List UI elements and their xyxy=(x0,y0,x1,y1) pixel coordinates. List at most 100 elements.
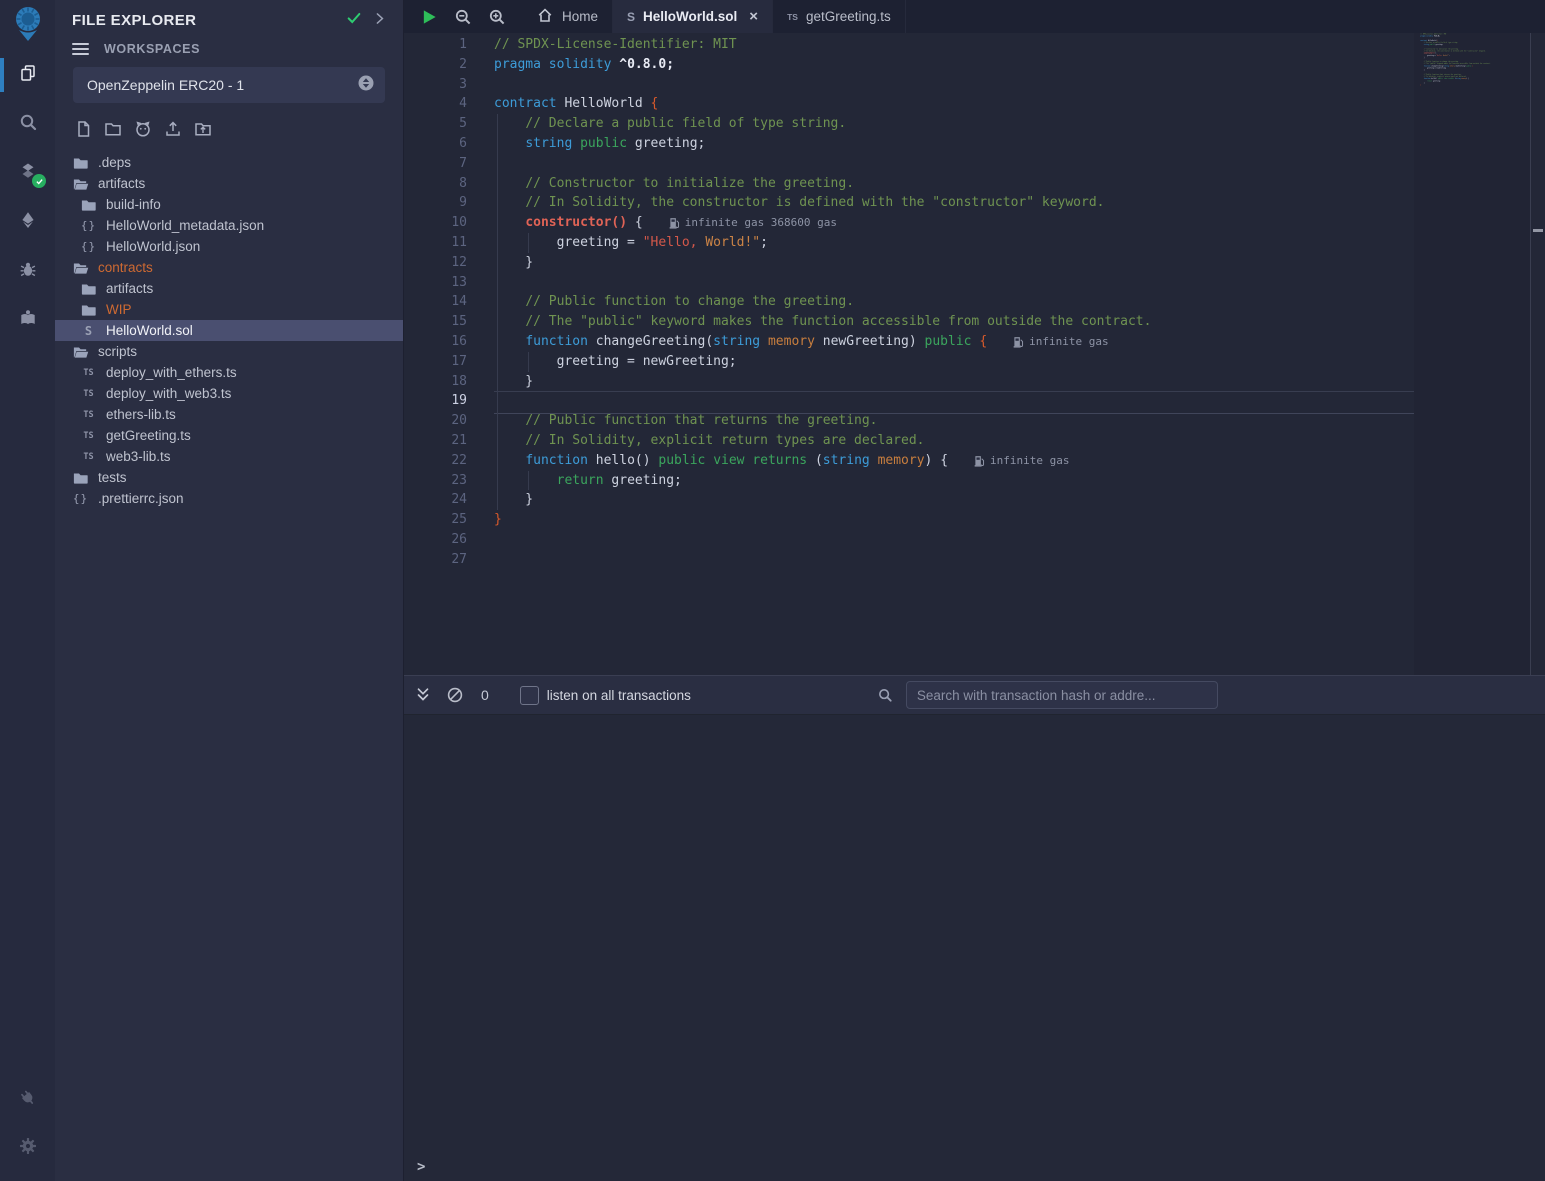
tree-item-WIP[interactable]: WIP xyxy=(55,299,403,320)
tree-item-artifacts[interactable]: artifacts xyxy=(55,278,403,299)
file-toolbar xyxy=(72,121,403,142)
tree-item-tests[interactable]: tests xyxy=(55,467,403,488)
upload-folder-icon xyxy=(194,120,212,143)
tree-item-build-info[interactable]: build-info xyxy=(55,194,403,215)
rail-button-remix-logo[interactable] xyxy=(0,6,55,46)
line-number: 22 xyxy=(404,451,494,471)
tree-item-artifacts[interactable]: artifacts xyxy=(55,173,403,194)
terminal-toolbar: 0 listen on all transactions xyxy=(404,675,1545,715)
tab-Home[interactable]: Home xyxy=(522,0,613,33)
code-line: } xyxy=(494,253,1414,273)
tree-item-HelloWorld_metadata.json[interactable]: {}HelloWorld_metadata.json xyxy=(55,215,403,236)
code-line: // In Solidity, explicit return types ar… xyxy=(494,431,1414,451)
code-line: // SPDX-License-Identifier: MIT xyxy=(494,35,1414,55)
typescript-file-icon: TS xyxy=(80,389,97,399)
line-number: 18 xyxy=(404,372,494,392)
tree-item-label: ethers-lib.ts xyxy=(106,407,176,422)
zoom-in-button[interactable] xyxy=(486,0,508,33)
new-folder-icon xyxy=(104,120,122,143)
upload-file-button[interactable] xyxy=(162,121,183,142)
unit-testing-icon xyxy=(19,309,37,332)
zoom-out-button[interactable] xyxy=(452,0,474,33)
search-icon xyxy=(876,686,894,704)
terminal-search-input[interactable] xyxy=(906,681,1218,709)
line-number: 8 xyxy=(404,174,494,194)
workspace-selector[interactable]: OpenZeppelin ERC20 - 1 xyxy=(73,67,385,103)
tree-item-deploy_with_web3.ts[interactable]: TSdeploy_with_web3.ts xyxy=(55,383,403,404)
tree-item-getGreeting.ts[interactable]: TSgetGreeting.ts xyxy=(55,425,403,446)
tabs: HomeSHelloWorld.sol×TSgetGreeting.ts xyxy=(522,0,906,33)
rail-button-settings[interactable] xyxy=(0,1133,55,1163)
overview-ruler[interactable] xyxy=(1530,33,1545,675)
new-folder-button[interactable] xyxy=(102,121,123,142)
tree-item-HelloWorld.sol[interactable]: SHelloWorld.sol xyxy=(55,320,403,341)
code-line xyxy=(494,391,1414,411)
tree-item-.prettierrc.json[interactable]: {}.prettierrc.json xyxy=(55,488,403,509)
tree-item-label: artifacts xyxy=(98,176,145,191)
rail-button-unit-testing[interactable] xyxy=(0,305,55,335)
line-number: 4 xyxy=(404,94,494,114)
upload-folder-button[interactable] xyxy=(192,121,213,142)
tree-item-.deps[interactable]: .deps xyxy=(55,152,403,173)
tree-item-HelloWorld.json[interactable]: {}HelloWorld.json xyxy=(55,236,403,257)
folder-closed-icon xyxy=(80,196,97,214)
line-number: 1 xyxy=(404,35,494,55)
code-area[interactable]: // SPDX-License-Identifier: MITpragma so… xyxy=(494,33,1414,675)
folder-open-icon xyxy=(72,343,89,361)
icon-rail xyxy=(0,0,56,1181)
hamburger-menu-icon[interactable] xyxy=(72,40,89,58)
code-editor[interactable]: 1234567891011121314151617181920212223242… xyxy=(404,33,1545,675)
rail-button-solidity-compiler[interactable] xyxy=(0,158,55,188)
line-number: 9 xyxy=(404,193,494,213)
minimap[interactable]: // SPDX-License-Identifier: MITpragma so… xyxy=(1414,33,1531,675)
clear-console-icon[interactable] xyxy=(446,686,464,704)
terminal-output[interactable]: > xyxy=(404,714,1545,1181)
listen-transactions-checkbox[interactable] xyxy=(520,686,539,705)
rail-button-search[interactable] xyxy=(0,109,55,139)
terminal-prompt: > xyxy=(417,1159,425,1175)
tree-item-contracts[interactable]: contracts xyxy=(55,257,403,278)
tree-item-deploy_with_ethers.ts[interactable]: TSdeploy_with_ethers.ts xyxy=(55,362,403,383)
tab-getGreeting.ts[interactable]: TSgetGreeting.ts xyxy=(773,0,906,33)
rail-button-deploy-run[interactable] xyxy=(0,207,55,237)
publish-github-button[interactable] xyxy=(132,121,153,142)
tree-item-label: getGreeting.ts xyxy=(106,428,191,443)
rail-button-debugger[interactable] xyxy=(0,256,55,286)
accept-check-icon[interactable] xyxy=(346,10,362,31)
rail-button-file-explorer[interactable] xyxy=(0,60,55,90)
code-line: // The "public" keyword makes the functi… xyxy=(494,312,1414,332)
code-line: // Declare a public field of type string… xyxy=(494,114,1414,134)
code-line: } xyxy=(494,372,1414,392)
code-lines: // SPDX-License-Identifier: MITpragma so… xyxy=(494,33,1414,570)
new-file-button[interactable] xyxy=(72,121,93,142)
tree-item-label: web3-lib.ts xyxy=(106,449,171,464)
workspace-switch-icon xyxy=(357,74,375,97)
tree-item-scripts[interactable]: scripts xyxy=(55,341,403,362)
tree-item-label: HelloWorld.json xyxy=(106,239,200,254)
plugin-manager-icon xyxy=(19,1089,37,1112)
file-explorer-header: FILE EXPLORER xyxy=(55,0,403,31)
line-number: 21 xyxy=(404,431,494,451)
workspaces-row: WORKSPACES xyxy=(55,40,403,58)
rail-button-plugin-manager[interactable] xyxy=(0,1085,55,1115)
collapse-terminal-icon[interactable] xyxy=(414,686,432,704)
tab-bar: HomeSHelloWorld.sol×TSgetGreeting.ts xyxy=(404,0,1545,33)
terminal-panel: 0 listen on all transactions > xyxy=(404,675,1545,1181)
line-number: 5 xyxy=(404,114,494,134)
line-number: 10 xyxy=(404,213,494,233)
chevron-right-icon[interactable] xyxy=(372,11,387,31)
minimap-content: // SPDX-License-Identifier: MITpragma so… xyxy=(1414,33,1531,90)
file-explorer-icon xyxy=(19,64,37,87)
folder-open-icon xyxy=(72,259,89,277)
tree-item-label: .prettierrc.json xyxy=(98,491,184,506)
code-line xyxy=(494,75,1414,95)
close-tab-icon[interactable]: × xyxy=(749,9,758,24)
code-line: greeting = "Hello, World!"; xyxy=(494,233,1414,253)
line-number: 24 xyxy=(404,490,494,510)
typescript-file-icon: TS xyxy=(787,12,798,22)
solidity-file-icon: S xyxy=(80,324,97,338)
tree-item-ethers-lib.ts[interactable]: TSethers-lib.ts xyxy=(55,404,403,425)
run-script-button[interactable] xyxy=(418,0,440,33)
tab-HelloWorld.sol[interactable]: SHelloWorld.sol× xyxy=(613,0,773,33)
tree-item-web3-lib.ts[interactable]: TSweb3-lib.ts xyxy=(55,446,403,467)
